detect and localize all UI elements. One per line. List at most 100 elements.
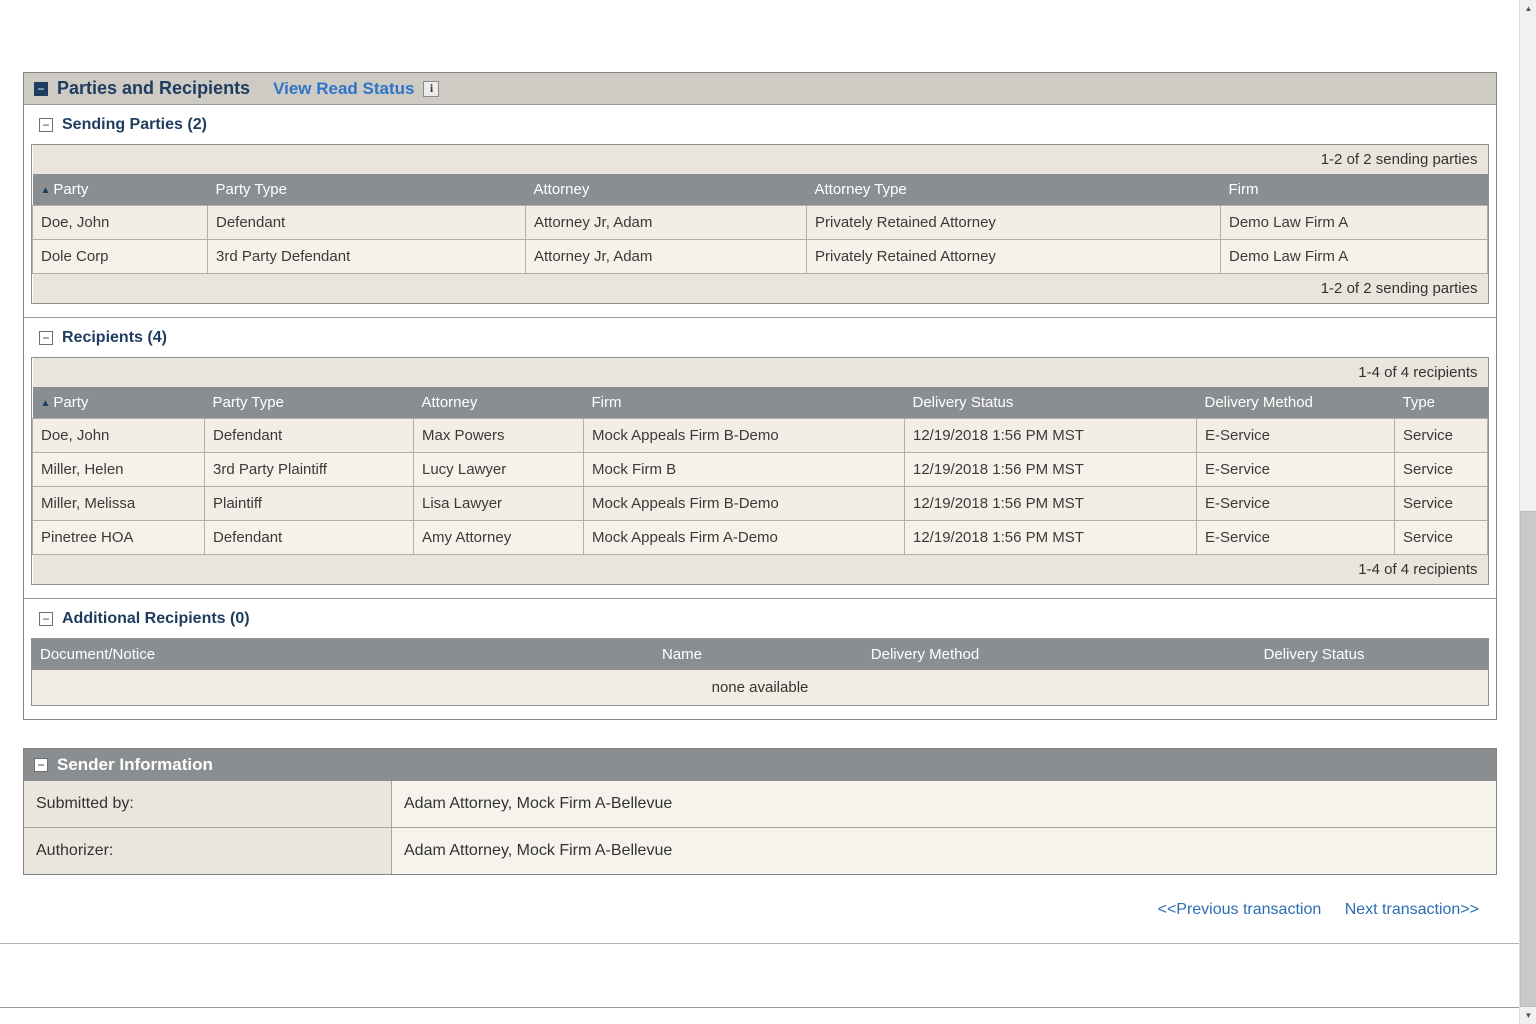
table-cell: Mock Appeals Firm A-Demo — [584, 521, 905, 555]
next-transaction-link[interactable]: Next transaction>> — [1345, 901, 1479, 918]
page: Parties and Recipients View Read Status … — [0, 0, 1536, 1024]
column-header-delivery-method: Delivery Method — [710, 639, 1140, 670]
recipients-subsection: Recipients (4) 1-4 of 4 recipients Party… — [24, 317, 1496, 598]
table-cell: Mock Appeals Firm B-Demo — [584, 419, 905, 453]
table-cell: Miller, Helen — [33, 453, 205, 487]
table-row: Doe, John Defendant Max Powers Mock Appe… — [33, 419, 1488, 453]
column-header-delivery-status: Delivery Status — [1140, 639, 1488, 670]
table-cell: Doe, John — [33, 206, 208, 240]
table-row: 1-4 of 4 recipients — [33, 555, 1488, 585]
bottom-divider — [0, 1007, 1519, 1008]
collapse-sender-information-icon[interactable] — [34, 758, 48, 772]
info-icon[interactable] — [423, 81, 439, 97]
table-cell: Demo Law Firm A — [1221, 206, 1488, 240]
table-cell: E-Service — [1197, 487, 1395, 521]
table-row: Pinetree HOA Defendant Amy Attorney Mock… — [33, 521, 1488, 555]
recipients-header: Recipients (4) — [24, 318, 1496, 355]
table-row: Doe, John Defendant Attorney Jr, Adam Pr… — [33, 206, 1488, 240]
table-cell: 12/19/2018 1:56 PM MST — [905, 419, 1197, 453]
submitted-by-label: Submitted by: — [24, 781, 392, 827]
collapse-sending-parties-icon[interactable] — [39, 118, 53, 132]
sending-parties-header: Sending Parties (2) — [24, 105, 1496, 142]
table-cell: Service — [1395, 487, 1488, 521]
table-row: Dole Corp 3rd Party Defendant Attorney J… — [33, 240, 1488, 274]
table-cell: Attorney Jr, Adam — [526, 240, 807, 274]
table-row: Miller, Melissa Plaintiff Lisa Lawyer Mo… — [33, 487, 1488, 521]
table-cell: Privately Retained Attorney — [807, 206, 1221, 240]
table-header-row: Party Party Type Attorney Firm Delivery … — [33, 387, 1488, 419]
table-cell: E-Service — [1197, 521, 1395, 555]
scroll-down-icon[interactable] — [1520, 1007, 1536, 1024]
column-header-delivery-status: Delivery Status — [905, 387, 1197, 419]
content-area: Parties and Recipients View Read Status … — [0, 0, 1519, 1024]
table-cell: E-Service — [1197, 453, 1395, 487]
column-header-party-type: Party Type — [208, 174, 526, 206]
table-cell: Demo Law Firm A — [1221, 240, 1488, 274]
table-cell: Defendant — [205, 521, 414, 555]
table-header-row: Document/Notice Name Delivery Method Del… — [32, 639, 1488, 670]
sender-information-header: Sender Information — [24, 749, 1496, 781]
additional-recipients-title: Additional Recipients (0) — [62, 610, 250, 628]
parties-and-recipients-section: Parties and Recipients View Read Status … — [23, 72, 1497, 720]
sending-parties-title: Sending Parties (2) — [62, 116, 207, 134]
column-header-party[interactable]: Party — [33, 387, 205, 419]
previous-transaction-link[interactable]: <<Previous transaction — [1158, 901, 1322, 918]
column-header-delivery-method: Delivery Method — [1197, 387, 1395, 419]
table-cell: Lucy Lawyer — [414, 453, 584, 487]
section-divider — [0, 943, 1519, 944]
table-cell: Doe, John — [33, 419, 205, 453]
column-header-party[interactable]: Party — [33, 174, 208, 206]
sending-parties-counter-top: 1-2 of 2 sending parties — [33, 145, 1488, 174]
recipients-counter-top: 1-4 of 4 recipients — [33, 358, 1488, 387]
column-header-attorney-type: Attorney Type — [807, 174, 1221, 206]
table-cell: Amy Attorney — [414, 521, 584, 555]
column-header-type: Type — [1395, 387, 1488, 419]
recipients-title: Recipients (4) — [62, 329, 167, 347]
scroll-up-icon[interactable] — [1520, 0, 1536, 17]
collapse-recipients-icon[interactable] — [39, 331, 53, 345]
table-cell: Dole Corp — [33, 240, 208, 274]
collapse-parties-and-recipients-icon[interactable] — [34, 82, 48, 96]
sender-information-section: Sender Information Submitted by: Adam At… — [23, 748, 1497, 875]
authorizer-value: Adam Attorney, Mock Firm A-Bellevue — [392, 827, 1496, 874]
table-cell: 3rd Party Defendant — [208, 240, 526, 274]
table-cell: 12/19/2018 1:56 PM MST — [905, 453, 1197, 487]
table-cell: Service — [1395, 521, 1488, 555]
column-header-name: Name — [490, 639, 710, 670]
sort-ascending-icon[interactable] — [41, 185, 51, 196]
column-header-attorney: Attorney — [414, 387, 584, 419]
table-cell: 12/19/2018 1:56 PM MST — [905, 521, 1197, 555]
table-row: Miller, Helen 3rd Party Plaintiff Lucy L… — [33, 453, 1488, 487]
parties-and-recipients-title: Parties and Recipients — [57, 78, 250, 99]
additional-recipients-subsection: Additional Recipients (0) Document/Notic… — [24, 598, 1496, 719]
vertical-scrollbar[interactable] — [1519, 0, 1536, 1024]
table-cell: Plaintiff — [205, 487, 414, 521]
additional-recipients-table: Document/Notice Name Delivery Method Del… — [31, 638, 1489, 706]
additional-recipients-empty-message: none available — [32, 670, 1488, 705]
sort-ascending-icon[interactable] — [41, 398, 51, 409]
collapse-additional-recipients-icon[interactable] — [39, 612, 53, 626]
table-header-row: Party Party Type Attorney Attorney Type … — [33, 174, 1488, 206]
column-header-party-type: Party Type — [205, 387, 414, 419]
recipients-counter-bottom: 1-4 of 4 recipients — [33, 555, 1488, 585]
table-cell: Service — [1395, 419, 1488, 453]
table-cell: Miller, Melissa — [33, 487, 205, 521]
table-row: 1-2 of 2 sending parties — [33, 274, 1488, 304]
table-cell: Privately Retained Attorney — [807, 240, 1221, 274]
authorizer-label: Authorizer: — [24, 827, 392, 874]
table-cell: Mock Firm B — [584, 453, 905, 487]
submitted-by-value: Adam Attorney, Mock Firm A-Bellevue — [392, 781, 1496, 827]
table-row: 1-2 of 2 sending parties — [33, 145, 1488, 174]
table-cell: Pinetree HOA — [33, 521, 205, 555]
table-cell: Attorney Jr, Adam — [526, 206, 807, 240]
table-cell: E-Service — [1197, 419, 1395, 453]
table-cell: Lisa Lawyer — [414, 487, 584, 521]
sending-parties-counter-bottom: 1-2 of 2 sending parties — [33, 274, 1488, 304]
column-header-firm: Firm — [584, 387, 905, 419]
scrollbar-thumb[interactable] — [1520, 511, 1536, 1007]
recipients-table: 1-4 of 4 recipients Party Party Type Att… — [31, 357, 1489, 585]
table-cell: Mock Appeals Firm B-Demo — [584, 487, 905, 521]
sending-parties-table: 1-2 of 2 sending parties Party Party Typ… — [31, 144, 1489, 304]
table-cell: 3rd Party Plaintiff — [205, 453, 414, 487]
view-read-status-link[interactable]: View Read Status — [273, 79, 414, 99]
